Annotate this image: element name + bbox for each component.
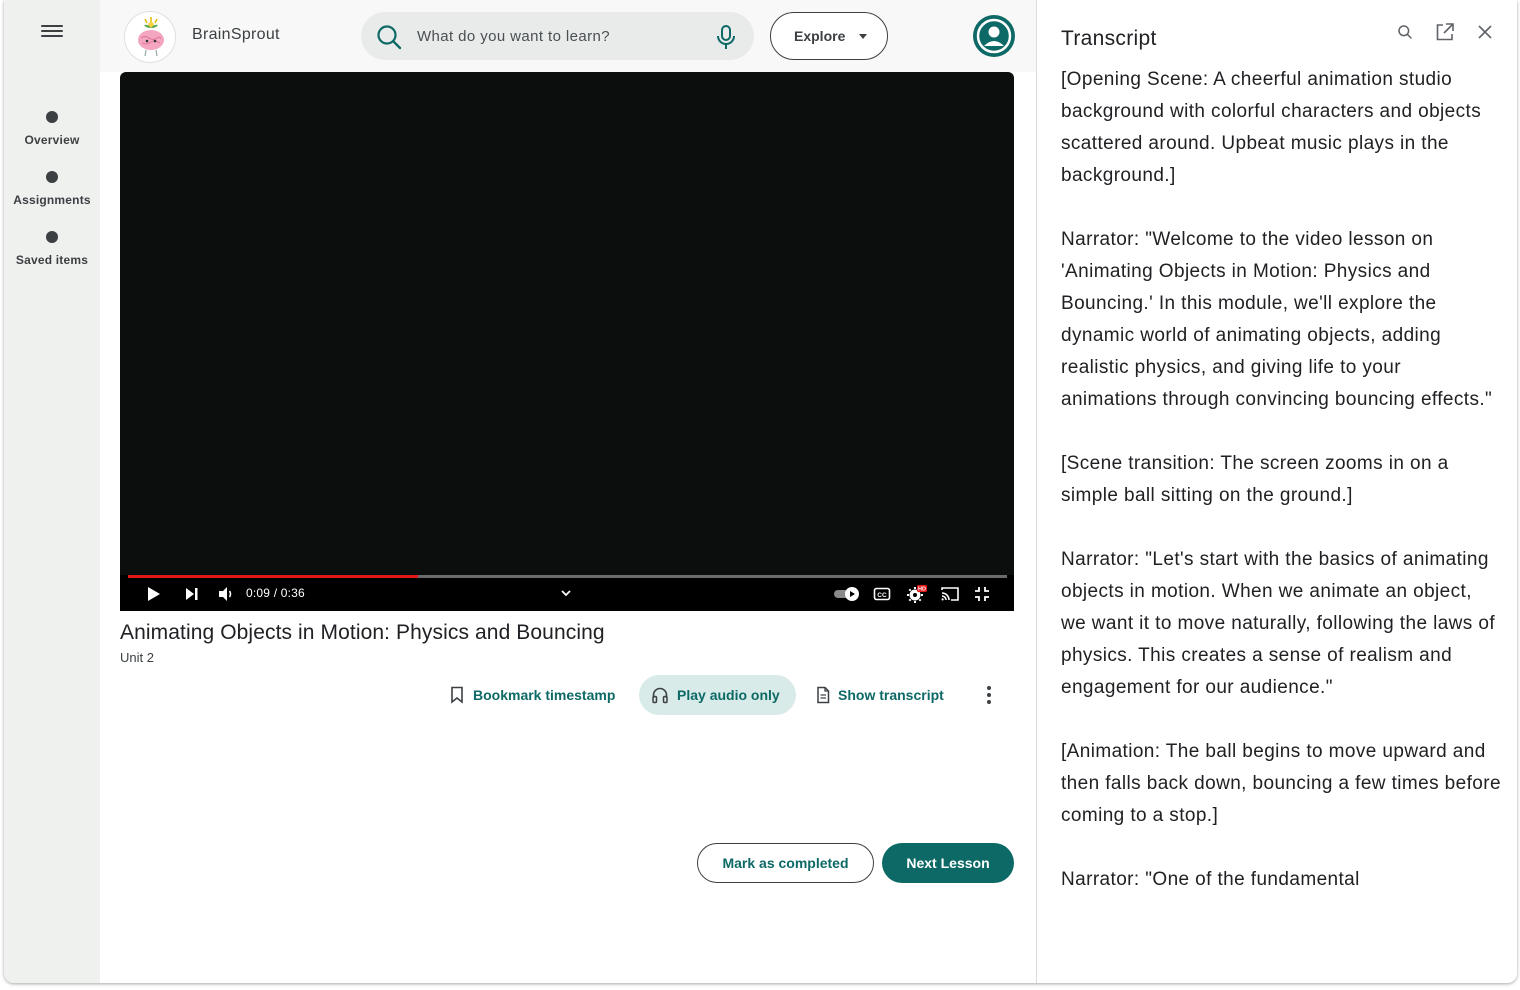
transcript-paragraph: Narrator: "Welcome to the video lesson o…: [1061, 229, 1493, 410]
transcript-panel: Transcript [Opening Scene: A cheerful an…: [1036, 0, 1517, 983]
play-audio-only-button[interactable]: Play audio only: [639, 675, 796, 715]
dot-icon: [46, 111, 58, 123]
bookmark-label: Bookmark timestamp: [473, 687, 616, 703]
dot-icon: [46, 231, 58, 243]
settings-gear-icon[interactable]: HD: [906, 584, 928, 604]
transcript-title: Transcript: [1061, 27, 1157, 50]
sidebar-item-label: Overview: [24, 133, 80, 147]
volume-icon[interactable]: [217, 584, 235, 604]
exit-fullscreen-icon[interactable]: [973, 584, 991, 604]
captions-icon[interactable]: CC: [873, 584, 891, 604]
dot-icon: [46, 171, 58, 183]
top-bar: BrainSprout Explore: [100, 0, 1036, 72]
search-bar[interactable]: [361, 12, 754, 60]
explore-button[interactable]: Explore: [770, 12, 888, 60]
transcript-paragraph: Narrator: "Let's start with the basics o…: [1061, 549, 1496, 698]
hd-badge: HD: [918, 587, 926, 593]
show-transcript-label: Show transcript: [838, 687, 944, 703]
lesson-title: Animating Objects in Motion: Physics and…: [120, 621, 605, 644]
next-lesson-button[interactable]: Next Lesson: [882, 843, 1014, 883]
microphone-icon[interactable]: [714, 23, 738, 51]
sidebar-item-label: Saved items: [15, 253, 89, 267]
search-input[interactable]: [417, 24, 697, 48]
sidebar: Overview Assignments Saved items: [4, 0, 100, 983]
user-avatar-icon[interactable]: [973, 15, 1015, 57]
sidebar-item-saved-items[interactable]: Saved items: [4, 231, 100, 267]
lesson-unit: Unit 2: [120, 650, 154, 665]
transcript-paragraph: Narrator: "One of the fundamental: [1061, 869, 1360, 890]
document-icon: [817, 686, 830, 704]
play-audio-label: Play audio only: [677, 687, 780, 703]
open-in-new-window-icon[interactable]: [1434, 21, 1456, 43]
chevron-down-icon[interactable]: [560, 584, 572, 604]
show-transcript-button[interactable]: Show transcript: [806, 675, 960, 715]
hamburger-menu-icon[interactable]: [41, 22, 63, 42]
sidebar-item-overview[interactable]: Overview: [4, 111, 100, 147]
brain-sprout-logo[interactable]: [124, 11, 176, 63]
explore-label: Explore: [794, 28, 846, 44]
transcript-paragraph: [Scene transition: The screen zooms in o…: [1061, 453, 1449, 506]
bookmark-icon: [451, 686, 463, 704]
search-icon[interactable]: [375, 23, 403, 51]
sidebar-item-label: Assignments: [13, 193, 91, 207]
play-icon[interactable]: [146, 584, 162, 604]
skip-next-icon[interactable]: [184, 584, 200, 604]
cast-icon[interactable]: [940, 584, 960, 604]
autoplay-toggle-icon[interactable]: [833, 584, 861, 604]
sidebar-item-assignments[interactable]: Assignments: [4, 171, 100, 207]
search-icon[interactable]: [1397, 24, 1413, 40]
transcript-paragraph: [Animation: The ball begins to move upwa…: [1061, 741, 1501, 826]
time-display: 0:09 / 0:36: [246, 586, 305, 600]
app-window: Overview Assignments Saved items BrainSp…: [4, 0, 1517, 983]
progress-played: [128, 575, 419, 578]
close-icon[interactable]: [1477, 24, 1493, 40]
bookmark-timestamp-button[interactable]: Bookmark timestamp: [440, 675, 630, 715]
video-player[interactable]: 0:09 / 0:36 CC HD: [120, 72, 1014, 611]
headphones-icon: [652, 687, 668, 704]
progress-bar[interactable]: [128, 575, 1007, 578]
transcript-paragraph: [Opening Scene: A cheerful animation stu…: [1061, 69, 1482, 186]
svg-text:CC: CC: [877, 592, 887, 599]
transcript-text: [Opening Scene: A cheerful animation stu…: [1061, 64, 1501, 928]
brand-name: BrainSprout: [192, 26, 280, 43]
more-options-icon[interactable]: [980, 684, 998, 708]
caret-down-icon: [859, 34, 867, 39]
mark-as-completed-button[interactable]: Mark as completed: [697, 843, 874, 883]
